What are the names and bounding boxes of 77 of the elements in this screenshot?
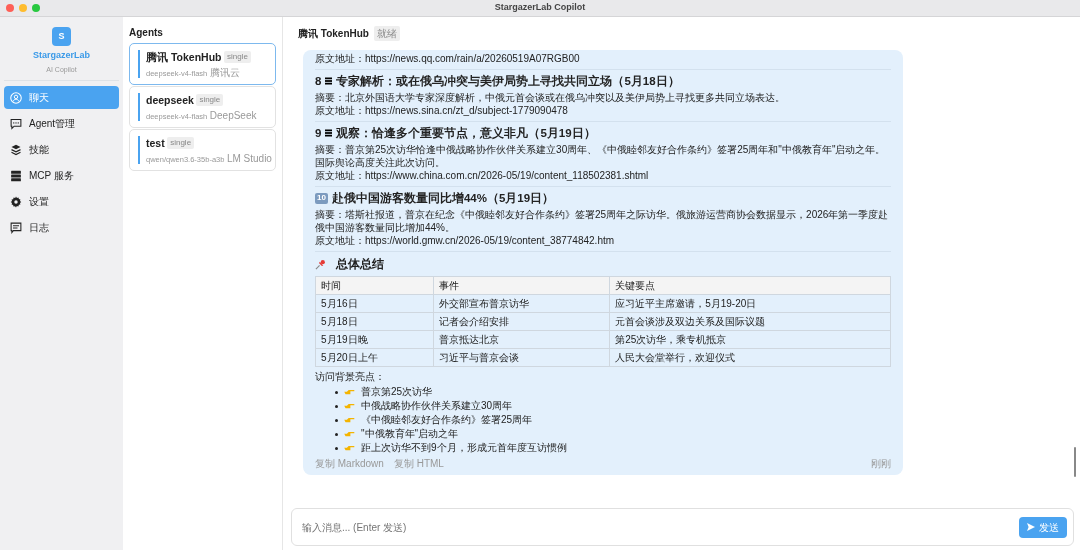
layers-icon [10,143,22,156]
item-number: 9 [315,125,322,141]
agent-name: test [146,135,165,151]
highlight-text: 中俄战略协作伙伴关系建立30周年 [361,399,513,414]
table-cell: 5月19日晚 [315,330,434,349]
pointing-hand-icon [344,388,355,396]
section-title: 总体总结 [336,256,384,273]
source-url: 原文地址：https://www.china.com.cn/2026-05/19/content_118502381.shtml [315,168,650,182]
bullet-icon [335,390,338,394]
table-cell: 5月20日上午 [315,348,434,367]
highlight-text: 距上次访华不到9个月，形成元首年度互访惯例 [361,441,567,456]
table-cell: 人民大会堂举行，欢迎仪式 [609,348,891,367]
pointing-hand-icon [344,402,355,410]
source-url: 原文地址：https://world.gmw.cn/2026-05/19/content_38774842.htm [315,233,616,247]
pointing-hand-icon [344,416,355,424]
table-header: 时间 [315,276,434,295]
table-cell: 5月16日 [315,294,434,313]
user-icon [10,91,22,104]
nav-item[interactable]: Agent管理 [4,112,119,135]
table-header: 关键要点 [609,276,891,295]
settings-icon [10,195,22,208]
nav-item[interactable]: 设置 [4,190,119,213]
nav-item[interactable]: 日志 [4,216,119,239]
brand-name: StargazerLab [33,48,90,62]
bullet-icon [335,446,338,450]
send-icon [1027,523,1035,531]
agent-provider: DeepSeek [209,109,257,124]
table-cell: 元首会谈涉及双边关系及国际议题 [609,312,891,331]
pin-icon [315,259,326,271]
agent-provider: LM Studio [226,152,272,167]
news-summary: 摘要：塔斯社报道，普京在纪念《中俄睦邻友好合作条约》签署25周年之际访华。俄旅游运营商协会数据显示，2026年第一季度赴俄中国游客数量同比增加44%。 [315,207,890,234]
table-cell: 5月18日 [315,312,434,331]
table-cell: 应习近平主席邀请，5月19-20日 [609,294,891,313]
server-icon [10,169,22,182]
item-number: 8 [315,74,322,89]
agent-tag: single [224,51,251,64]
table-cell: 习近平与普京会谈 [433,348,610,367]
bullet-icon [335,418,338,422]
table-cell: 外交部宣布普京访华 [433,294,610,313]
news-summary: 摘要：北京外国语大学专家深度解析，中俄元首会谈或在俄乌冲突以及美伊局势上寻找更多共同立场表达。 [315,90,786,104]
pointing-hand-icon [344,444,355,452]
agent-tag: single [196,94,224,107]
highlight-text: "中俄教育年"启动之年 [361,427,459,442]
news-title: 赴俄中国游客数量同比增44%（5月19日） [331,190,555,206]
window-title: StargazerLab Copilot [494,2,586,13]
table-cell: 第25次访华，乘专机抵京 [609,330,891,349]
highlights-label: 访问背景亮点： [315,370,386,384]
bullet-icon [335,404,338,408]
agent-provider: 腾讯云 [209,66,240,81]
keycap-icon [325,128,333,139]
logo-icon: S [52,27,71,46]
agent-name: deepseek [146,92,194,108]
chat-title: 腾讯 TokenHub [298,27,369,41]
scrollbar-thumb[interactable] [1074,447,1076,477]
agent-tag: single [167,137,195,150]
nav-item[interactable]: 技能 [4,138,119,161]
panel-title: Agents [129,26,164,40]
keycap-icon [325,76,333,87]
source-url: 原文地址：https://news.qq.com/rain/a/20260519A07RGB00 [315,52,581,65]
number-tile: 10 [315,193,328,204]
highlight-text: 《中俄睦邻友好合作条约》签署25周年 [361,413,533,428]
table-cell: 普京抵达北京 [433,330,610,349]
log-icon [10,221,22,234]
highlight-text: 普京第25次访华 [361,385,433,400]
table-cell: 记者会介绍安排 [433,312,610,331]
status-tag: 就绪 [373,26,400,41]
pointing-hand-icon [344,430,355,438]
source-url: 原文地址：https://news.sina.cn/zt_d/subject-1779090478 [315,103,569,117]
news-summary: 摘要：普京第25次访华恰逢中俄战略协作伙伴关系建立30周年、《中俄睦邻友好合作条约》签署25周年和"中俄教育年"启动之年。国际舆论高度关注此次访问。 [315,142,887,169]
chat-icon [10,117,22,130]
agent-name: 腾讯 TokenHub [146,49,222,65]
table-header: 事件 [433,276,610,295]
nav-item[interactable]: MCP 服务 [4,164,119,187]
news-title: 观察：恰逢多个重要节点，意义非凡（5月19日） [336,125,596,141]
news-title: 专家解析：或在俄乌冲突与美伊局势上寻找共同立场（5月18日） [336,74,680,89]
bullet-icon [335,432,338,436]
message-time: 刚刚 [871,457,891,471]
